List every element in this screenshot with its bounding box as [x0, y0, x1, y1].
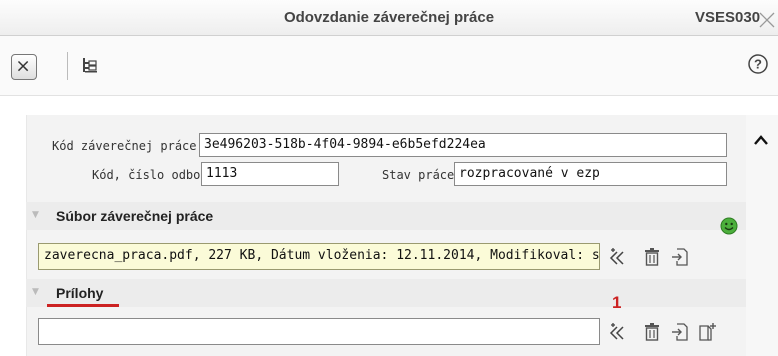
content-area: Kód záverečnej práce 3e496203-518b-4f04-… [0, 97, 778, 356]
remove-file-icon[interactable] [607, 247, 627, 267]
scrollbar-track[interactable] [746, 115, 778, 356]
window-code: VSES030 [695, 9, 761, 26]
window-title: Odovzdanie záverečnej práce [283, 9, 495, 26]
green-smiley-icon [720, 217, 738, 235]
remove-attachment-icon[interactable] [607, 322, 627, 342]
thesis-file-section-header[interactable]: ▼ Súbor záverečnej práce [26, 202, 746, 230]
trash-icon[interactable] [642, 322, 662, 342]
help-icon[interactable]: ? [747, 53, 769, 75]
download-file-icon[interactable] [670, 247, 690, 267]
hierarchy-icon[interactable] [81, 56, 99, 74]
attachments-section-title: Prílohy [56, 285, 104, 301]
window-close-icon[interactable] [758, 11, 776, 29]
field-code-label: Kód, číslo odboru [92, 168, 215, 182]
status-field[interactable]: rozpracované v ezp [454, 162, 727, 186]
toolbar-separator [67, 52, 68, 80]
annotation-underline [47, 304, 119, 307]
scroll-up-icon[interactable] [752, 133, 770, 147]
thesis-code-field[interactable]: 3e496203-518b-4f04-9894-e6b5efd224ea [199, 133, 727, 157]
window-titlebar: Odovzdanie záverečnej práce VSES030 [0, 0, 778, 36]
collapse-triangle-icon[interactable]: ▼ [32, 210, 39, 220]
collapse-triangle-icon[interactable]: ▼ [32, 287, 39, 297]
thesis-file-info-field[interactable]: zaverecna_praca.pdf, 227 KB, Dátum vlože… [38, 243, 600, 270]
svg-text:?: ? [754, 57, 762, 72]
close-x-icon [17, 60, 29, 72]
thesis-file-section-title: Súbor záverečnej práce [56, 208, 214, 224]
field-code-field[interactable]: 1113 [201, 162, 339, 186]
annotation-number: 1 [612, 293, 622, 312]
status-label: Stav práce [382, 168, 455, 182]
trash-icon[interactable] [642, 247, 662, 267]
close-button[interactable] [11, 54, 37, 80]
new-attachment-icon[interactable] [697, 322, 717, 342]
download-attachment-icon[interactable] [670, 322, 690, 342]
toolbar: ? [0, 36, 778, 96]
thesis-code-label: Kód záverečnej práce [52, 139, 197, 153]
attachments-section-header[interactable]: ▼ Prílohy [26, 279, 746, 307]
attachments-field[interactable] [38, 318, 600, 345]
